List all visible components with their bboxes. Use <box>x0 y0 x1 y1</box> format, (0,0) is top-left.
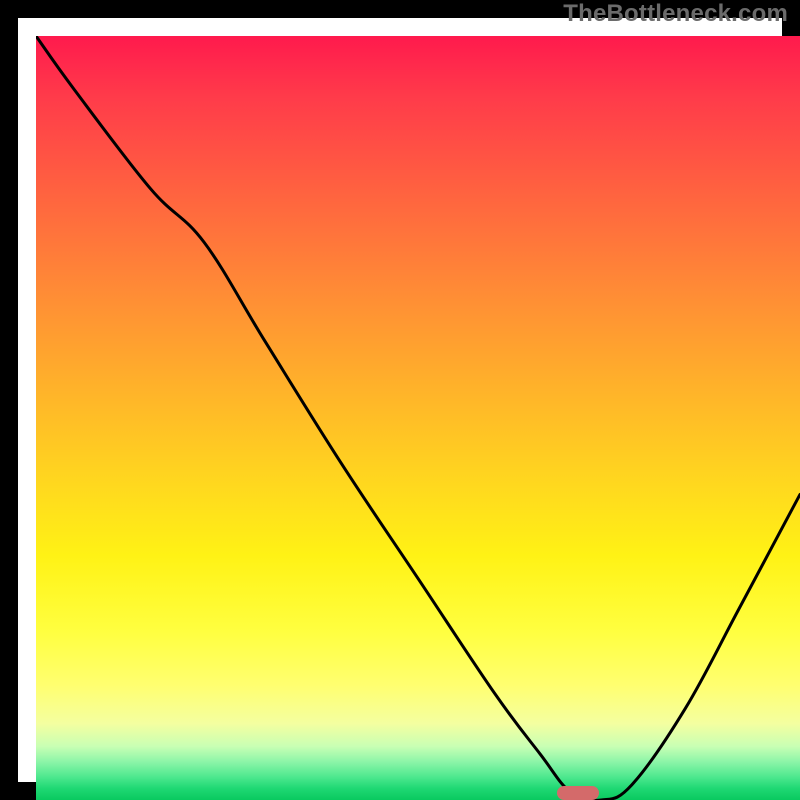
plot-area <box>36 36 800 800</box>
bottleneck-curve <box>36 36 800 800</box>
chart-frame <box>0 0 800 800</box>
attribution-watermark: TheBottleneck.com <box>563 0 788 28</box>
optimal-range-marker <box>557 786 599 800</box>
